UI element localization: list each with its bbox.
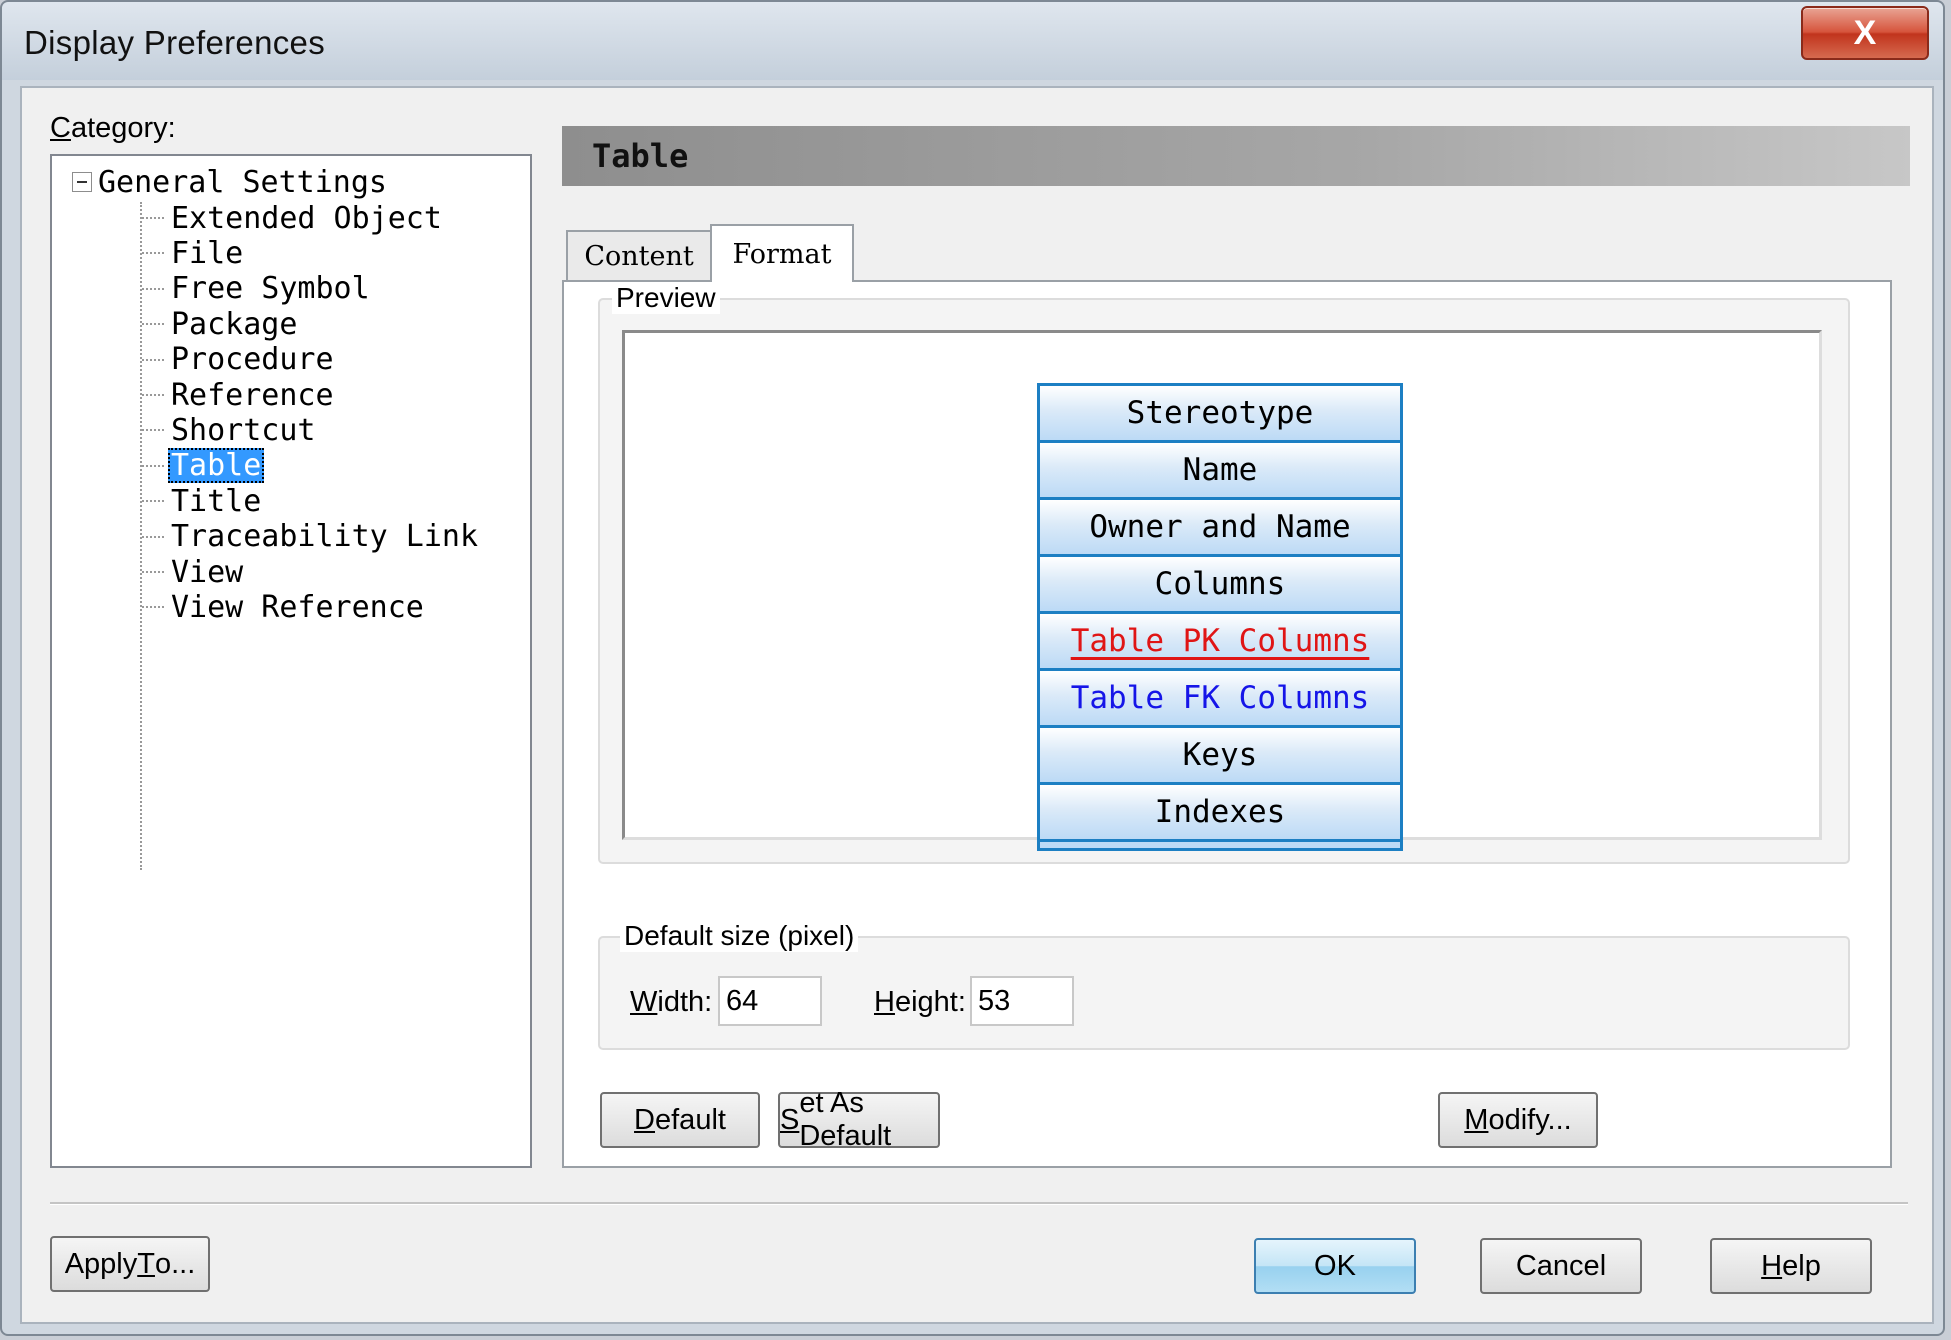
category-tree[interactable]: General Settings Extended Object File Free… xyxy=(50,154,532,1168)
tree-connector xyxy=(142,323,164,326)
tree-item-label: View xyxy=(171,554,244,590)
tree-item-label: View Reference xyxy=(171,589,424,625)
default-button[interactable]: Default xyxy=(600,1092,760,1148)
tree-item[interactable]: Free Symbol xyxy=(142,269,373,309)
panel-header: Table xyxy=(562,126,1910,186)
bottom-separator xyxy=(50,1202,1908,1205)
tree-item-label: Procedure xyxy=(171,342,334,378)
tree-item[interactable]: View xyxy=(142,552,246,592)
help-button[interactable]: Help xyxy=(1710,1238,1872,1294)
apply-to-button[interactable]: Apply To... xyxy=(50,1236,210,1292)
width-label: Width: xyxy=(630,986,713,1018)
tree-item[interactable]: Reference xyxy=(142,375,337,415)
tree-item[interactable]: Extended Object xyxy=(142,198,445,238)
default-size-group: Default size (pixel) Width: 64 Height: 5… xyxy=(598,920,1850,1050)
tree-connector xyxy=(142,217,164,219)
dialog-client-area: Category: General Settings Extended Obje… xyxy=(20,86,1934,1324)
table-symbol-row: Stereotype xyxy=(1040,386,1400,443)
collapse-icon[interactable] xyxy=(72,172,92,192)
category-label: Category: xyxy=(50,112,176,144)
tree-item-label: Title xyxy=(171,483,262,519)
tree-item[interactable]: Title xyxy=(142,481,264,521)
tree-connector xyxy=(142,500,164,503)
tree-item-label: Table xyxy=(168,448,265,484)
preview-group: Preview Stereotype Name Owner and Name Colu… xyxy=(598,282,1850,864)
tree-connector xyxy=(142,571,164,573)
tab-content-label: Content xyxy=(584,240,694,272)
tree-connector xyxy=(142,429,164,432)
tree-connector xyxy=(142,358,164,361)
preview-group-title: Preview xyxy=(612,282,720,314)
default-size-group-title: Default size (pixel) xyxy=(620,920,859,952)
title-bar[interactable]: Display Preferences X xyxy=(2,2,1943,84)
tree-item[interactable]: Traceability Link xyxy=(142,517,481,557)
table-symbol-preview: Stereotype Name Owner and Name Columns Table… xyxy=(1037,383,1403,851)
tree-item[interactable]: View Reference xyxy=(142,587,427,627)
tree-connector xyxy=(142,606,164,609)
tree-item-label: Reference xyxy=(171,377,334,413)
tree-item-label: Extended Object xyxy=(171,200,442,236)
tree-item[interactable]: Package xyxy=(142,304,300,344)
cancel-button[interactable]: Cancel xyxy=(1480,1238,1642,1294)
tree-connector xyxy=(142,535,164,538)
modify-button[interactable]: Modify... xyxy=(1438,1092,1598,1148)
height-input[interactable]: 53 xyxy=(970,976,1074,1026)
tree-item[interactable]: Shortcut xyxy=(142,410,319,450)
table-symbol-row: Name xyxy=(1040,443,1400,500)
height-label: Height: xyxy=(874,986,966,1018)
table-symbol-row: Keys xyxy=(1040,728,1400,785)
table-symbol-row: Table FK Columns xyxy=(1040,671,1400,728)
tree-connector xyxy=(142,252,164,255)
set-as-default-button[interactable]: Set As Default xyxy=(778,1087,940,1152)
ok-button[interactable]: OK xyxy=(1254,1238,1416,1294)
tree-connector xyxy=(142,394,164,396)
preview-canvas: Stereotype Name Owner and Name Columns Table… xyxy=(622,330,1822,851)
width-input[interactable]: 64 xyxy=(718,976,822,1026)
tab-format[interactable]: Format xyxy=(710,224,854,282)
table-symbol-row: Indexes xyxy=(1040,785,1400,842)
window-title: Display Preferences xyxy=(24,24,325,61)
tree-root-label: General Settings xyxy=(98,164,387,200)
tree-item-label: File xyxy=(171,235,244,271)
tree-item-label: Free Symbol xyxy=(171,271,370,307)
tree-item-label: Package xyxy=(171,306,298,342)
table-symbol-row: Columns xyxy=(1040,557,1400,614)
tree-item-label: Shortcut xyxy=(171,412,316,448)
table-symbol-footer xyxy=(1040,842,1400,848)
tab-content[interactable]: Content xyxy=(566,230,712,280)
table-symbol-row: Owner and Name xyxy=(1040,500,1400,557)
tree-item[interactable]: Procedure xyxy=(142,340,337,380)
tree-root-general-settings[interactable]: General Settings xyxy=(72,162,387,202)
tree-connector xyxy=(142,464,164,467)
table-symbol-row: Table PK Columns xyxy=(1040,614,1400,671)
tree-item-label: Traceability Link xyxy=(171,519,479,555)
tree-item[interactable]: Table xyxy=(142,446,265,486)
tree-connector xyxy=(142,287,164,290)
tab-format-label: Format xyxy=(732,238,832,270)
close-icon: X xyxy=(1853,13,1877,52)
display-preferences-dialog: Display Preferences X Category: General … xyxy=(0,0,1945,1336)
close-button[interactable]: X xyxy=(1801,6,1929,60)
tree-item[interactable]: File xyxy=(142,233,246,273)
format-tab-page: Preview Stereotype Name Owner and Name Colu… xyxy=(562,280,1892,1168)
